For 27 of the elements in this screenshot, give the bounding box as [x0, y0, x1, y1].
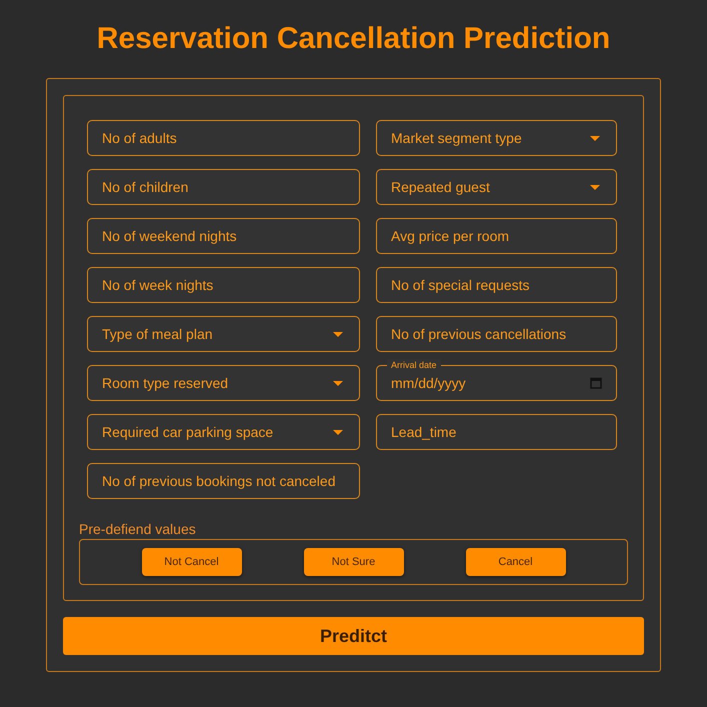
dropdown-field[interactable]: Required car parking space: [87, 414, 360, 450]
caret-icon: [333, 380, 343, 386]
field-label: Arrival date: [387, 359, 441, 371]
dropdown-field[interactable]: Market segment type: [376, 120, 617, 156]
caret-icon: [590, 184, 600, 190]
preset-button[interactable]: Not Cancel: [142, 548, 242, 576]
predict-button[interactable]: Preditct: [63, 617, 644, 655]
input-field[interactable]: No of children: [87, 169, 360, 205]
calendar-icon[interactable]: [590, 377, 602, 389]
page-title: Reservation Cancellation Prediction: [96, 21, 610, 57]
caret-icon: [590, 136, 600, 140]
caret-icon: [333, 430, 343, 434]
dropdown-field[interactable]: Room type reserved: [87, 365, 360, 401]
caret-icon: [333, 332, 343, 336]
section-label: Pre-defiend values: [79, 521, 197, 537]
input-field[interactable]: No of previous cancellations: [376, 316, 617, 352]
dropdown-field[interactable]: Type of meal plan: [87, 316, 360, 352]
input-field[interactable]: No of previous bookings not canceled: [87, 463, 360, 499]
input-field[interactable]: No of weekend nights: [87, 218, 360, 254]
preset-button[interactable]: Cancel: [466, 548, 566, 576]
input-field[interactable]: No of week nights: [87, 267, 360, 303]
input-field[interactable]: No of adults: [87, 120, 360, 156]
dropdown-field[interactable]: Repeated guest: [376, 169, 617, 205]
input-field[interactable]: No of special requests: [376, 267, 617, 303]
preset-button[interactable]: Not Sure: [304, 548, 404, 576]
input-field[interactable]: Avg price per room: [376, 218, 617, 254]
input-field[interactable]: Lead_time: [376, 414, 617, 450]
